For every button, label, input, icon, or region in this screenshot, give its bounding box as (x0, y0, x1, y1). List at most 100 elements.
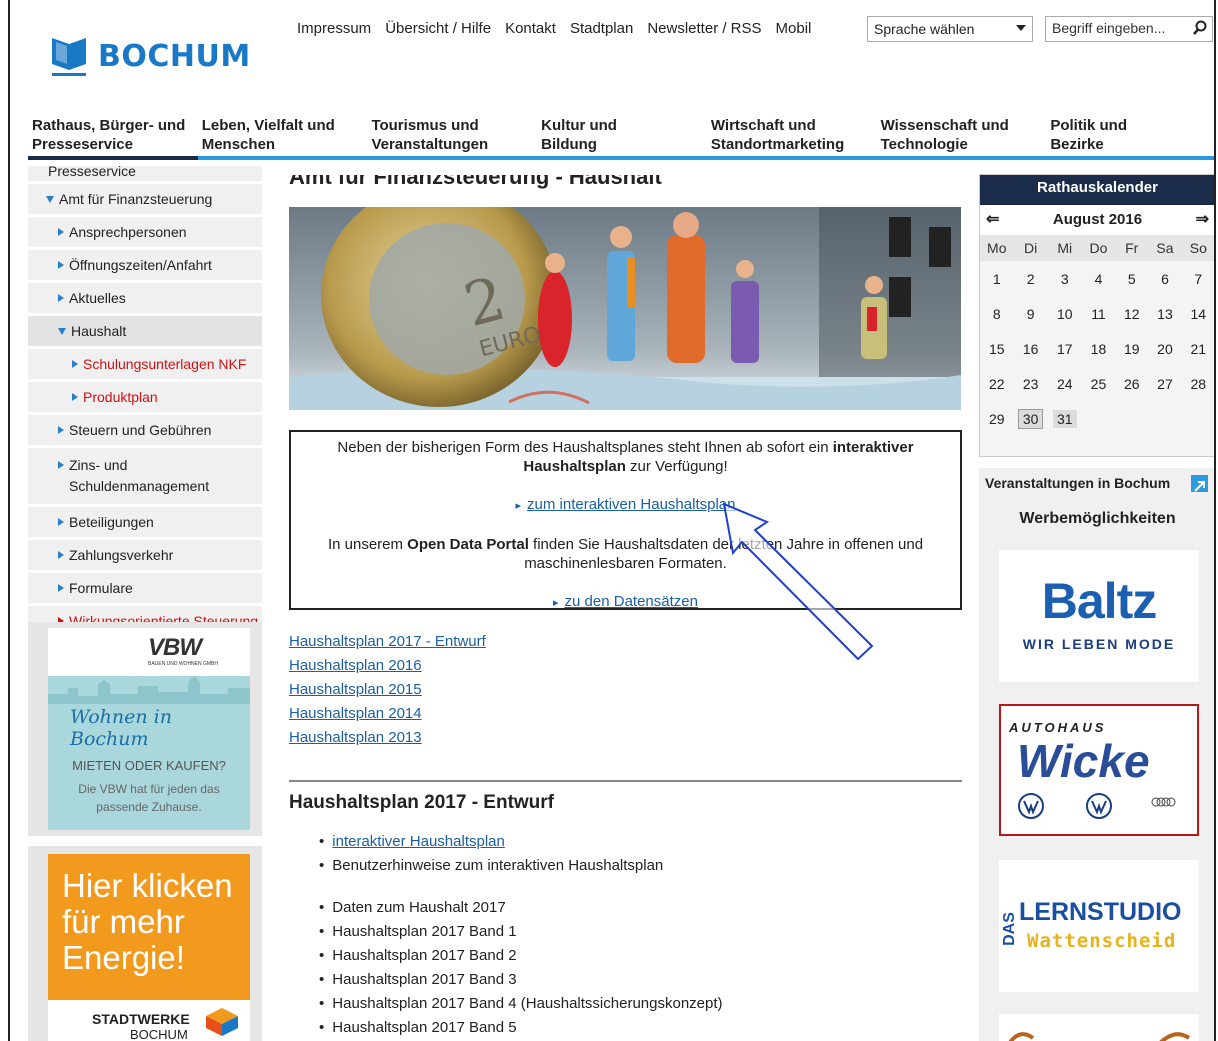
nav-label-line1: Tourismus und (371, 117, 479, 134)
nav-politik[interactable]: Politik und Bezirke (1046, 116, 1214, 160)
arrow-right-icon: ▸ (553, 597, 559, 609)
calendar-day[interactable]: 25 (1082, 366, 1115, 401)
calendar-day[interactable]: 7 (1182, 261, 1214, 296)
sidebar-item-ansprechpersonen[interactable]: Ansprechpersonen (28, 217, 262, 250)
vbw-ad[interactable]: VBW BAUEN UND WOHNEN GMBH Wohnen in Boch… (28, 622, 262, 836)
nav-leben[interactable]: Leben, Vielfalt und Menschen (197, 116, 368, 160)
mobile-link[interactable]: Mobil (776, 20, 812, 37)
calendar-day[interactable]: 6 (1148, 261, 1181, 296)
sidebar-item-formulare[interactable]: Formulare (28, 573, 262, 606)
stadtwerke-brand: STADTWERKE (92, 1011, 190, 1027)
calendar-day[interactable]: 3 (1048, 261, 1082, 296)
calendar-day[interactable]: 5 (1115, 261, 1148, 296)
contact-link[interactable]: Kontakt (505, 20, 556, 37)
list-item: Haushaltsplan 2017 Band 2 (319, 944, 723, 968)
nav-wissenschaft[interactable]: Wissenschaft und Technologie (876, 116, 1047, 160)
calendar-day[interactable]: 26 (1115, 366, 1148, 401)
partial-ad[interactable] (999, 1014, 1199, 1041)
calendar-day[interactable]: 15 (980, 331, 1014, 366)
calendar-day[interactable]: 20 (1148, 331, 1181, 366)
overview-help-link[interactable]: Übersicht / Hilfe (385, 20, 491, 37)
sidebar-nav: Presseservice Amt für Finanzsteuerung An… (28, 166, 262, 639)
nav-rathaus[interactable]: Rathaus, Bürger- und Presseservice (28, 116, 198, 160)
calendar-day-highlight[interactable]: 31 (1048, 401, 1082, 436)
events-link[interactable]: Veranstaltungen in Bochum (979, 468, 1214, 498)
plan-link-2013[interactable]: Haushaltsplan 2013 (289, 729, 422, 746)
interactive-plan-link[interactable]: interaktiver Haushaltsplan (332, 833, 505, 850)
sidebar-item-finanzsteuerung[interactable]: Amt für Finanzsteuerung (28, 184, 262, 217)
calendar-day[interactable]: 13 (1148, 296, 1181, 331)
calendar-day[interactable]: 9 (1014, 296, 1048, 331)
autohaus-wicke-ad[interactable]: AUTOHAUS Wicke (999, 704, 1199, 836)
sidebar-item-oeffnungszeiten[interactable]: Öffnungszeiten/Anfahrt (28, 250, 262, 283)
calendar-day[interactable]: 22 (980, 366, 1014, 401)
calendar-month-bar: ⇐ August 2016 ⇒ (980, 205, 1214, 235)
search-input[interactable]: Begriff eingeben... (1045, 16, 1213, 42)
calendar-day[interactable]: 1 (980, 261, 1014, 296)
datasets-link[interactable]: zu den Datensätzen (565, 593, 698, 610)
list-item[interactable]: interaktiver Haushaltsplan (319, 830, 723, 854)
sidebar-item-beteiligungen[interactable]: Beteiligungen (28, 507, 262, 540)
sidebar-item-produktplan[interactable]: Produktplan (28, 382, 262, 415)
nav-wirtschaft[interactable]: Wirtschaft und Standortmarketing (706, 116, 877, 160)
vbw-text: Die VBW hat für jeden das passende Zuhau… (78, 782, 220, 814)
calendar-day[interactable]: 12 (1115, 296, 1148, 331)
search-placeholder: Begriff eingeben... (1052, 20, 1166, 36)
calendar-day[interactable]: 28 (1182, 366, 1214, 401)
nav-kultur[interactable]: Kultur und Bildung (537, 116, 707, 160)
calendar-day[interactable]: 8 (980, 296, 1014, 331)
calendar-day[interactable]: 27 (1148, 366, 1181, 401)
city-map-link[interactable]: Stadtplan (570, 20, 633, 37)
calendar-day[interactable]: 14 (1182, 296, 1214, 331)
sidebar-item-aktuelles[interactable]: Aktuelles (28, 283, 262, 316)
calendar-day[interactable]: 17 (1048, 331, 1082, 366)
sidebar-item-presseservice[interactable]: Presseservice (28, 166, 262, 184)
calendar-grid: Mo Di Mi Do Fr Sa So 1234567 8 9 10 11 12 13 1… (980, 235, 1214, 436)
calendar-day-today[interactable]: 30 (1014, 401, 1048, 436)
sidebar-item-zins[interactable]: Zins- und Schuldenmanagement (28, 448, 262, 507)
calendar-day[interactable]: 10 (1048, 296, 1082, 331)
info-bold: Open Data Portal (407, 536, 529, 553)
top-links: Impressum Übersicht / Hilfe Kontakt Stad… (297, 20, 811, 37)
weekday-header: Fr (1115, 235, 1149, 261)
search-icon[interactable] (1192, 20, 1208, 36)
calendar-day[interactable]: 11 (1082, 296, 1115, 331)
calendar-day[interactable]: 24 (1048, 366, 1082, 401)
calendar-day[interactable]: 16 (1014, 331, 1048, 366)
prev-month-arrow-icon[interactable]: ⇐ (986, 205, 999, 235)
calendar-day[interactable]: 29 (980, 401, 1014, 436)
interactive-budget-link[interactable]: zum interaktiven Haushaltsplan (527, 496, 735, 513)
calendar-day[interactable]: 18 (1082, 331, 1115, 366)
weekday-header: Do (1081, 235, 1116, 261)
calendar-day[interactable]: 21 (1182, 331, 1214, 366)
stadtwerke-ad[interactable]: Hier klicken für mehr Energie! STADTWERK… (28, 846, 262, 1041)
sidebar-item-schulungsunterlagen[interactable]: Schulungsunterlagen NKF (28, 349, 262, 382)
site-logo[interactable]: BOCHUM (50, 34, 251, 78)
sidebar-item-haushalt[interactable]: Haushalt (28, 316, 262, 349)
newsletter-rss-link[interactable]: Newsletter / RSS (647, 20, 761, 37)
nav-tourismus[interactable]: Tourismus und Veranstaltungen (367, 116, 538, 160)
next-month-arrow-icon[interactable]: ⇒ (1196, 205, 1209, 235)
plan-link-2015[interactable]: Haushaltsplan 2015 (289, 681, 422, 698)
calendar-day[interactable]: 19 (1115, 331, 1148, 366)
baltz-ad[interactable]: Baltz WIR LEBEN MODE (999, 550, 1199, 682)
impressum-link[interactable]: Impressum (297, 20, 371, 37)
sidebar-item-steuern[interactable]: Steuern und Gebühren (28, 415, 262, 448)
sidebar-item-zahlungsverkehr[interactable]: Zahlungsverkehr (28, 540, 262, 573)
events-label: Veranstaltungen in Bochum (985, 475, 1171, 491)
plan-link-2017[interactable]: Haushaltsplan 2017 - Entwurf (289, 633, 486, 650)
triangle-right-icon (58, 426, 64, 434)
calendar-day[interactable]: 4 (1082, 261, 1115, 296)
lernstudio-ad[interactable]: DAS LERNSTUDIO Wattenscheid (999, 860, 1199, 992)
calendar-day[interactable]: 2 (1014, 261, 1048, 296)
plan-link-2016[interactable]: Haushaltsplan 2016 (289, 657, 422, 674)
language-select[interactable]: Sprache wählen (867, 16, 1033, 42)
nav-label-line1: Wissenschaft und (880, 117, 1009, 134)
external-link-icon (1191, 475, 1208, 492)
nav-label-line2: Veranstaltungen (371, 136, 489, 153)
calendar-title: Rathauskalender (980, 175, 1214, 205)
plan-link-2014[interactable]: Haushaltsplan 2014 (289, 705, 422, 722)
language-select-value: Sprache wählen (874, 21, 975, 37)
calendar-day[interactable]: 23 (1014, 366, 1048, 401)
coin-figures-image: 2 EURO (289, 207, 961, 410)
